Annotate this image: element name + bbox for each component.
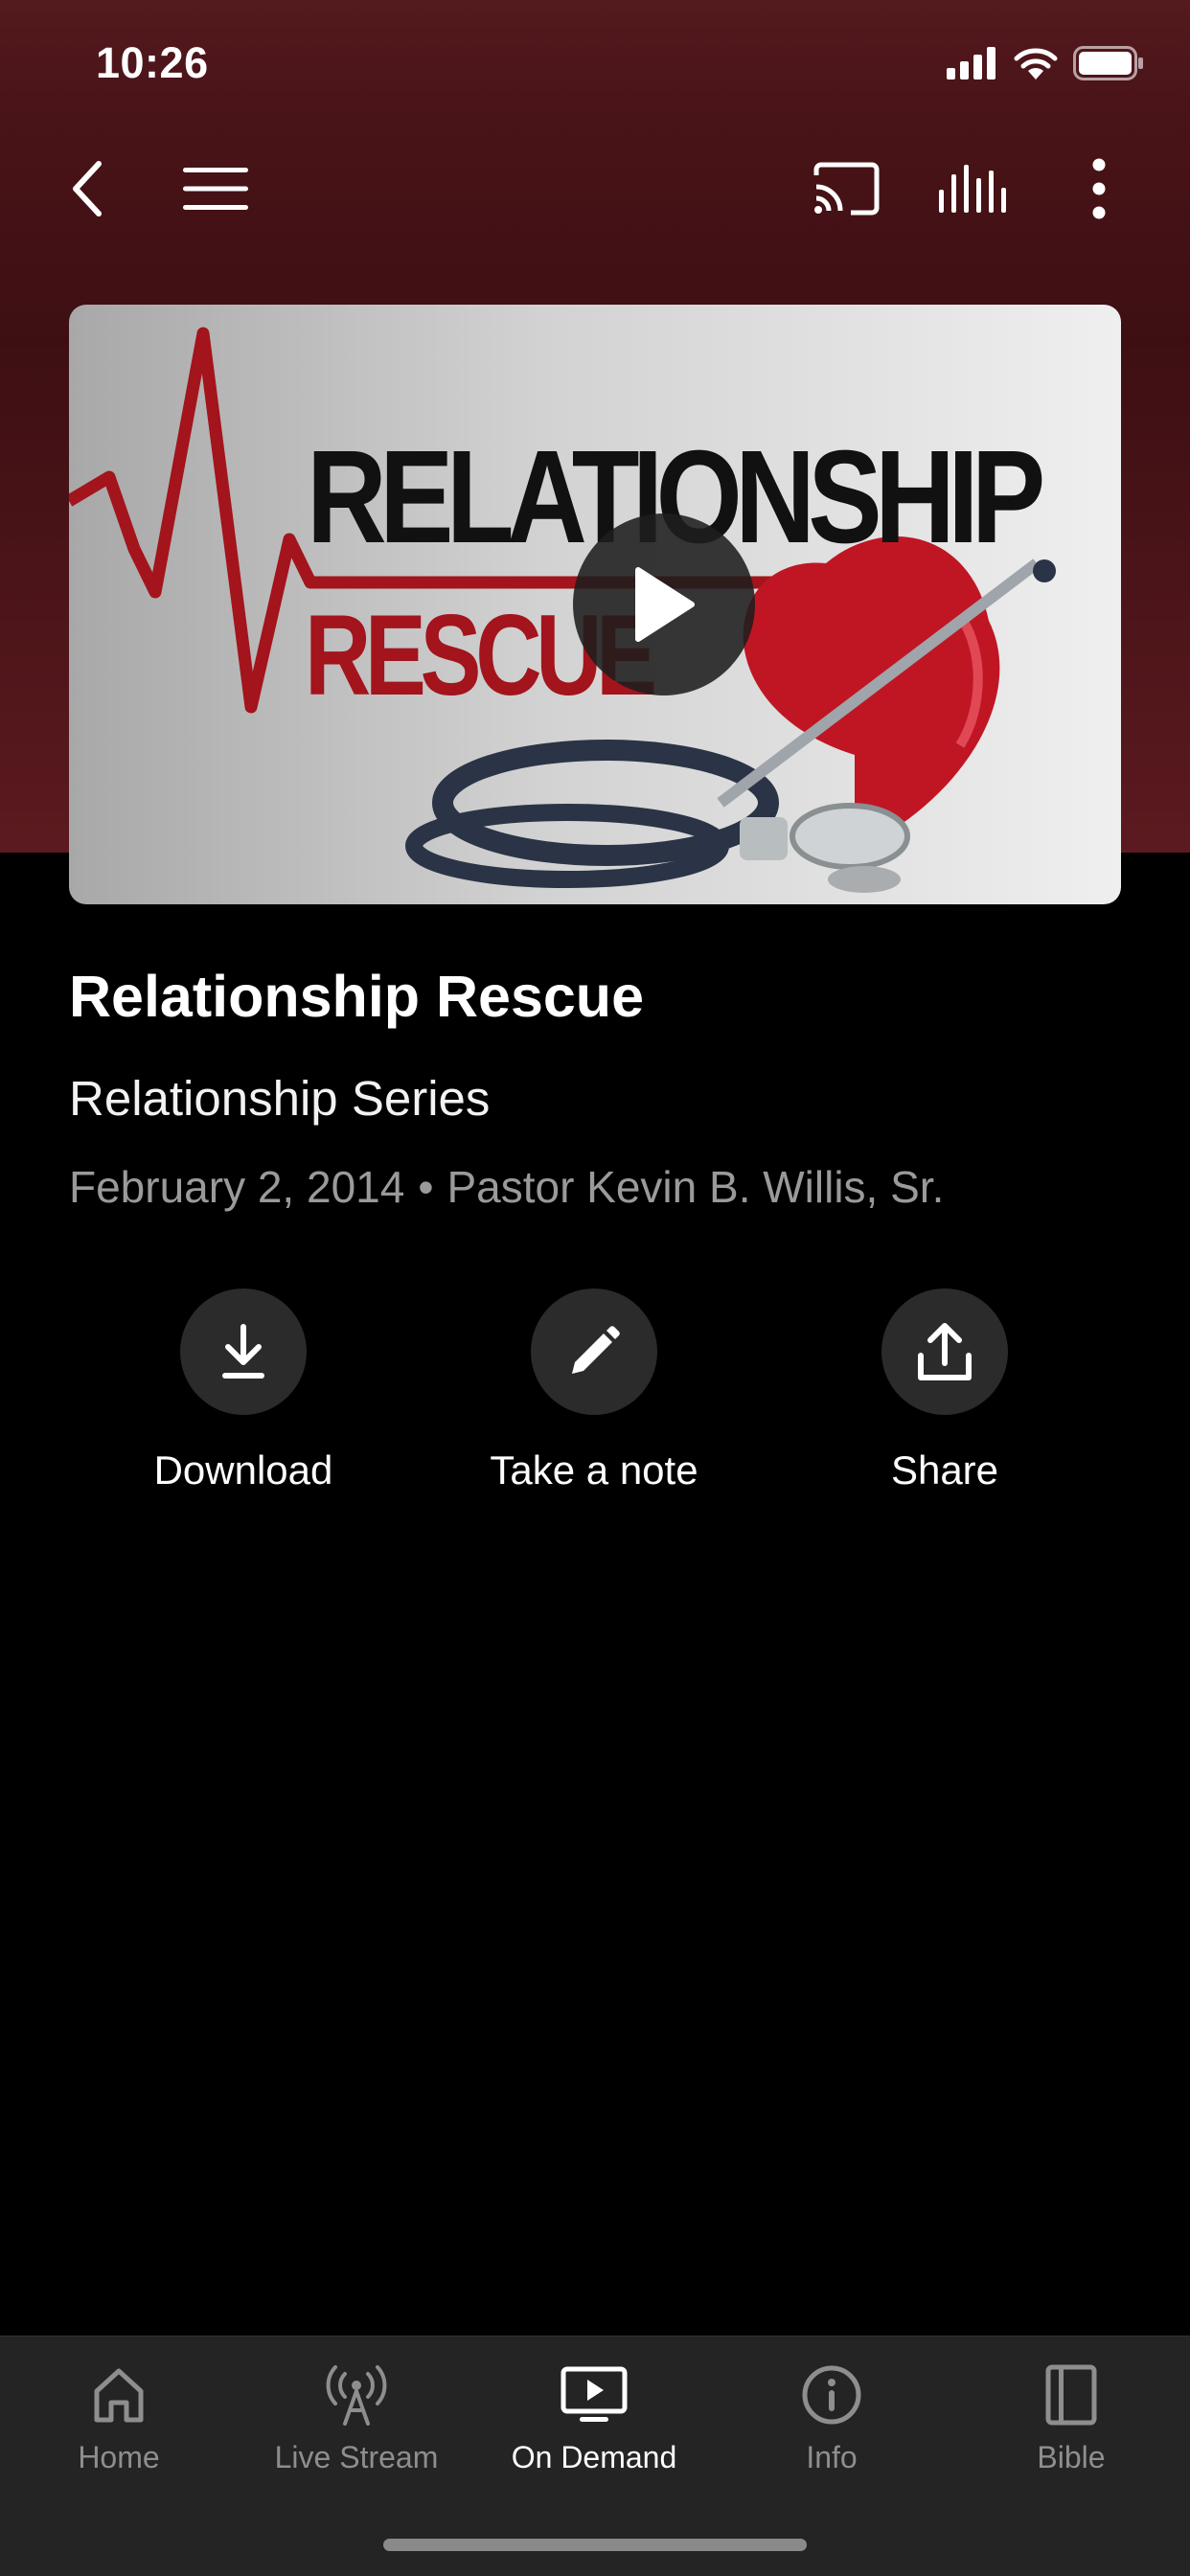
status-bar: 10:26 [0,0,1190,126]
wifi-icon [1014,48,1058,80]
back-button[interactable] [44,146,130,232]
sermon-title: Relationship Rescue [69,964,644,1029]
tab-info[interactable]: Info [713,2356,950,2475]
tab-home-label: Home [78,2440,160,2474]
share-action[interactable]: Share [801,1288,1088,1493]
status-icons [947,46,1144,80]
menu-button[interactable] [172,146,259,232]
tv-play-icon [561,2366,628,2422]
series-name: Relationship Series [69,1071,491,1126]
status-time: 10:26 [96,38,209,87]
speaker-name: Pastor Kevin B. Willis, Sr. [446,1162,945,1212]
more-vertical-icon [1092,158,1106,219]
more-options-button[interactable] [1056,146,1142,232]
hamburger-icon [183,168,248,210]
share-label: Share [890,1448,999,1493]
take-note-button[interactable] [531,1288,657,1415]
sermon-date: February 2, 2014 [69,1162,405,1212]
tab-on-demand-label: On Demand [511,2440,677,2474]
signal-icon [947,47,995,80]
tab-bible[interactable]: Bible [952,2356,1190,2475]
take-note-action[interactable]: Take a note [450,1288,738,1493]
top-toolbar [0,126,1190,251]
tab-bible-label: Bible [1037,2440,1106,2474]
tab-home[interactable]: Home [0,2356,238,2475]
download-label: Download [153,1448,333,1493]
video-thumbnail[interactable]: RELATIONSHIP RESCUE [69,305,1121,904]
info-icon [802,2365,861,2425]
play-button[interactable] [573,513,755,695]
home-icon [94,2368,144,2423]
chevron-left-icon [73,161,102,217]
sermon-meta: February 2, 2014 • Pastor Kevin B. Willis,… [69,1161,944,1213]
share-button[interactable] [881,1288,1008,1415]
meta-separator: • [418,1162,434,1212]
tab-live-stream-label: Live Stream [274,2440,439,2474]
download-icon [222,1324,264,1379]
tab-live-stream[interactable]: Live Stream [238,2356,475,2475]
book-icon [1045,2364,1097,2426]
share-icon [918,1323,972,1380]
download-button[interactable] [180,1288,307,1415]
home-indicator[interactable] [383,2539,807,2551]
broadcast-icon [326,2365,387,2426]
battery-icon [1073,46,1143,80]
download-action[interactable]: Download [100,1288,387,1493]
tab-info-label: Info [806,2440,858,2474]
take-note-label: Take a note [490,1448,698,1493]
cast-icon [813,162,880,216]
tab-on-demand[interactable]: On Demand [475,2356,713,2475]
cast-button[interactable] [803,146,889,232]
equalizer-icon [939,165,1006,213]
pencil-icon [572,1326,620,1374]
audio-button[interactable] [929,146,1016,232]
play-icon [635,567,695,642]
